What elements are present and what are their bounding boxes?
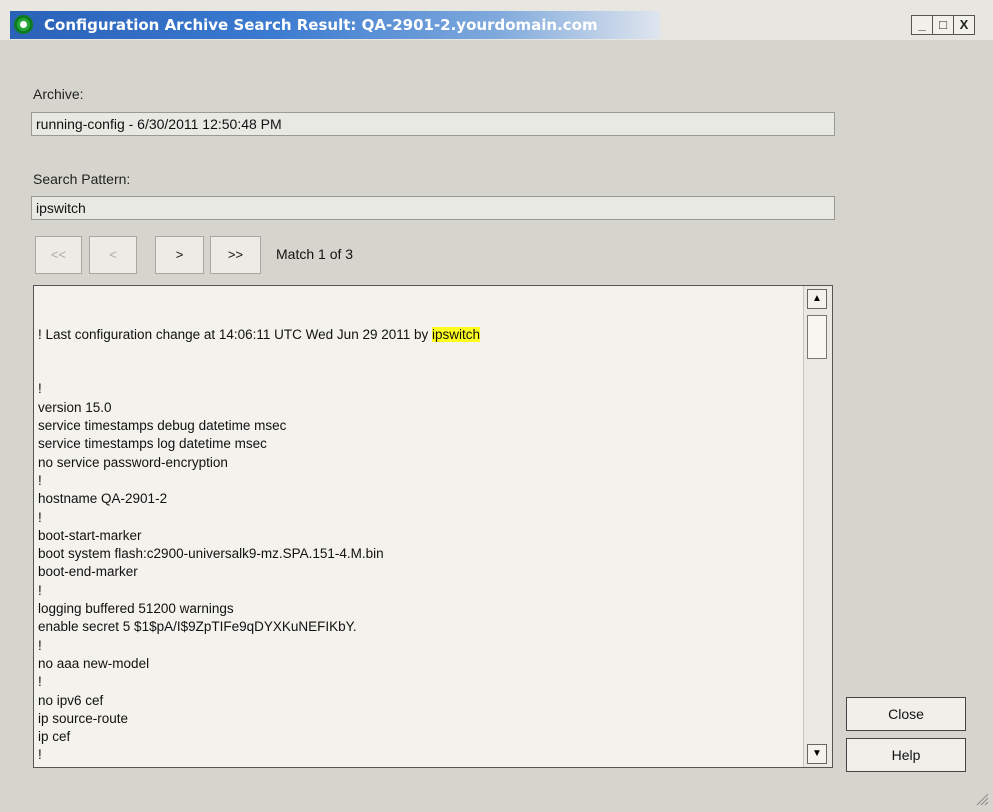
- config-line: hostname QA-2901-2: [38, 491, 168, 507]
- config-line: ! Last configuration change at 14:06:11 …: [38, 326, 798, 344]
- config-line: no service password-encryption: [38, 454, 228, 470]
- vertical-scrollbar[interactable]: ▲ ▼: [803, 286, 832, 767]
- config-line: enable secret 5 $1$pA/I$9ZpTIFe9qDYXKuNE…: [38, 619, 357, 635]
- window-controls: _ □ X: [911, 15, 975, 35]
- scrollbar-thumb[interactable]: [807, 315, 827, 359]
- window-title: Configuration Archive Search Result: QA-…: [44, 16, 598, 34]
- close-button[interactable]: Close: [846, 697, 966, 731]
- archive-field: running-config - 6/30/2011 12:50:48 PM: [31, 112, 835, 136]
- search-pattern-field: ipswitch: [31, 196, 835, 220]
- config-line: version 15.0: [38, 399, 112, 415]
- close-window-button[interactable]: X: [953, 15, 975, 35]
- app-logo-icon: [14, 15, 33, 34]
- config-line: !: [38, 381, 42, 397]
- help-button[interactable]: Help: [846, 738, 966, 772]
- config-line: !: [38, 674, 42, 690]
- minimize-button[interactable]: _: [911, 15, 933, 35]
- config-line: !: [38, 747, 42, 763]
- config-text-area[interactable]: ! Last configuration change at 14:06:11 …: [33, 285, 833, 768]
- config-line: no aaa new-model: [38, 655, 150, 671]
- scroll-up-arrow-icon[interactable]: ▲: [807, 289, 827, 309]
- config-line: !: [38, 472, 42, 488]
- next-match-button[interactable]: >: [155, 236, 204, 274]
- resize-grip-icon[interactable]: [975, 792, 989, 806]
- config-lines: ! Last configuration change at 14:06:11 …: [38, 289, 798, 767]
- config-line: no ipv6 cef: [38, 692, 104, 708]
- config-line-text: ! Last configuration change at 14:06:11 …: [38, 326, 433, 342]
- config-line: !: [38, 582, 42, 598]
- config-line: ip cef: [38, 729, 71, 745]
- config-line: !: [38, 637, 42, 653]
- config-line: ip source-route: [38, 710, 129, 726]
- archive-label: Archive:: [33, 86, 84, 102]
- first-match-button[interactable]: <<: [35, 236, 82, 274]
- config-line: boot-end-marker: [38, 564, 138, 580]
- search-match-highlight: ipswitch: [432, 326, 481, 342]
- config-line: service timestamps log datetime msec: [38, 436, 267, 452]
- config-line: boot-start-marker: [38, 527, 142, 543]
- match-status: Match 1 of 3: [276, 246, 354, 262]
- scroll-down-arrow-icon[interactable]: ▼: [807, 744, 827, 764]
- previous-match-button[interactable]: <: [89, 236, 137, 274]
- search-pattern-label: Search Pattern:: [33, 171, 131, 187]
- config-line: service timestamps debug datetime msec: [38, 418, 287, 434]
- last-match-button[interactable]: >>: [210, 236, 261, 274]
- config-line: !: [38, 509, 42, 525]
- maximize-button[interactable]: □: [932, 15, 954, 35]
- config-line: boot system flash:c2900-universalk9-mz.S…: [38, 546, 384, 562]
- title-bar[interactable]: Configuration Archive Search Result: QA-…: [0, 0, 993, 40]
- config-line: !: [38, 765, 798, 767]
- config-line: logging buffered 51200 warnings: [38, 601, 234, 617]
